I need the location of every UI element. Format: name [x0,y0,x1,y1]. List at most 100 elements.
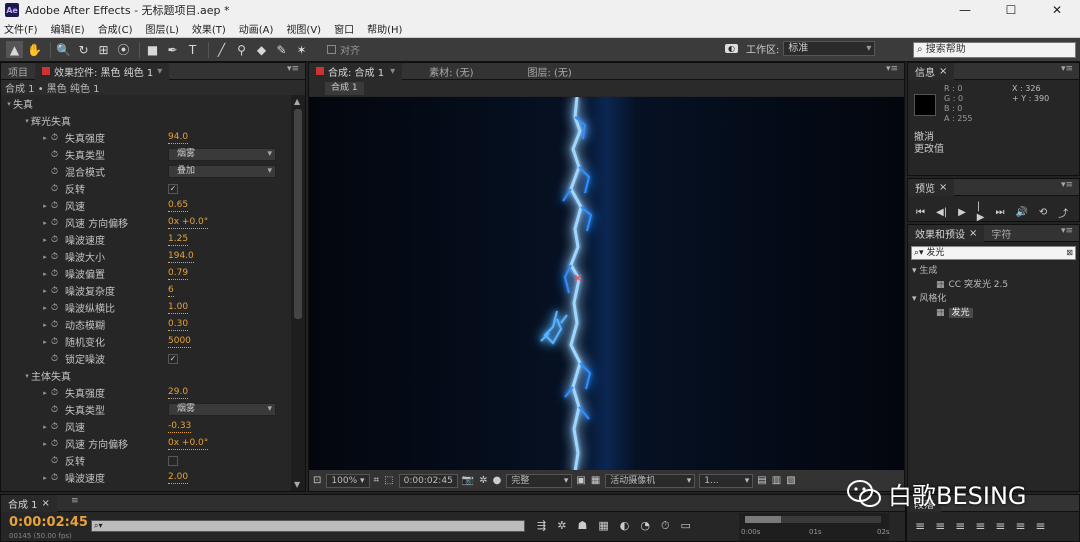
shy-icon[interactable]: ☗ [577,519,587,533]
transparency-grid-icon[interactable]: ▦ [591,475,600,486]
scroll-thumb[interactable] [294,109,302,319]
camera-snapshot-icon[interactable]: 📷 [462,475,474,486]
property-value[interactable]: 0x +0.0° [168,438,209,450]
menu-item-8[interactable]: 帮助(H) [367,21,402,36]
lock-icon[interactable] [316,67,324,75]
ram-preview-icon[interactable]: ⤴ [1058,205,1068,220]
views-select[interactable]: 1... ▾ [699,473,754,488]
region-icon[interactable]: ⊡ [313,475,321,486]
effect-property-row[interactable]: ▸ ⏱ 噪波偏置 0.79 [1,265,291,282]
brainstorm-icon[interactable]: ▭ [681,519,691,533]
disclosure-closed-icon[interactable]: ▸ [41,304,49,312]
tab-effect-controls[interactable]: 效果控件: 黑色 纯色 1 ▾ [35,62,170,80]
minimize-button[interactable]: — [942,0,988,20]
tab-layer[interactable]: 图层: (无) [520,63,578,80]
brush-tool-icon[interactable]: ╱ [213,41,230,58]
effect-property-row[interactable]: ▸ ⏱ 失真强度 29.0 [1,384,291,401]
disclosure-closed-icon[interactable]: ▸ [41,287,49,295]
effect-property-row[interactable]: ⏱ 失真类型 烟雾 [1,146,291,163]
effects-search-input[interactable]: ⌕▾ 发光 ⊠ [911,246,1076,260]
snap-checkbox[interactable] [327,45,336,54]
effect-property-row[interactable]: ▸ ⏱ 风速 方向偏移 0x +0.0° [1,435,291,452]
close-icon[interactable]: × [939,182,947,193]
panel-menu-icon[interactable]: ▾≡ [886,64,898,74]
align-right-icon[interactable]: ≡ [955,519,965,533]
stopwatch-icon[interactable]: ⏱ [51,473,61,483]
stopwatch-icon[interactable]: ⏱ [51,422,61,432]
prev-frame-icon[interactable]: ◀| [936,207,947,218]
chevron-down-icon[interactable]: ▾ [157,66,162,77]
stopwatch-icon[interactable]: ⏱ [51,167,61,177]
stopwatch-icon[interactable]: ⏱ [661,519,670,533]
toggle-pixel-icon[interactable]: ▤ [757,475,766,486]
stopwatch-icon[interactable]: ⏱ [51,218,61,228]
disclosure-closed-icon[interactable]: ▸ [41,270,49,278]
effects-tree-item[interactable]: ▾ 生成 [908,264,1079,278]
scroll-up-icon[interactable]: ▲ [294,97,300,106]
tab-composition[interactable]: 合成: 合成 1 ▾ [309,62,403,80]
stopwatch-icon[interactable]: ⏱ [51,320,61,330]
disclosure-open-icon[interactable]: ▾ [23,117,31,125]
pen-tool-icon[interactable]: ✒ [164,41,181,58]
panel-menu-icon[interactable]: ▾≡ [1061,180,1073,190]
property-value[interactable]: 1.00 [168,302,189,314]
puppet-tool-icon[interactable]: ✶ [293,41,310,58]
stopwatch-icon[interactable]: ⏱ [51,201,61,211]
timeline-search-input[interactable]: ⌕▾ [91,520,525,532]
comp-mini-flowchart-icon[interactable]: ⇶ [537,519,546,533]
effect-property-row[interactable]: ▸ ⏱ 随机变化 5000 [1,333,291,350]
effect-property-row[interactable]: ▸ ⏱ 噪波速度 1.25 [1,231,291,248]
clear-search-icon[interactable]: ⊠ [1066,247,1073,259]
color-channel-icon[interactable]: ● [493,475,502,486]
property-dropdown[interactable]: 烟雾 [168,148,276,161]
effect-property-row[interactable]: ▸ ⏱ 噪波复杂度 6 [1,282,291,299]
search-help-input[interactable]: ⌕ 搜索帮助 [913,42,1076,58]
effects-tree-item[interactable]: ▾ 风格化 [908,292,1079,306]
tab-footage[interactable]: 素材: (无) [422,63,480,80]
resolution-select[interactable]: 完整 ▾ [506,473,573,488]
disclosure-closed-icon[interactable]: ▸ [41,338,49,346]
property-value[interactable]: 0.65 [168,200,189,212]
panel-menu-icon[interactable]: ▾≡ [1061,64,1073,74]
zoom-tool-icon[interactable]: 🔍 [55,41,72,58]
effect-property-row[interactable]: ⏱ 反转 [1,452,291,469]
time-ruler[interactable]: 0:00s 01s 02s [739,513,890,541]
stopwatch-icon[interactable]: ⏱ [51,439,61,449]
last-frame-icon[interactable]: ⏭ [995,207,1004,218]
property-value[interactable]: 2.00 [168,472,189,484]
graph-editor-icon[interactable]: ◔ [640,519,650,533]
roto-brush-tool-icon[interactable]: ✎ [273,41,290,58]
stopwatch-icon[interactable]: ⏱ [51,337,61,347]
mask-icon[interactable]: ⬚ [384,475,393,486]
property-value[interactable]: 94.0 [168,132,189,144]
justify-all-icon[interactable]: ≡ [1035,519,1045,533]
property-checkbox[interactable]: ✓ [168,183,178,194]
work-area-bar[interactable] [745,516,781,523]
effect-property-row[interactable]: ⏱ 反转 ✓ [1,180,291,197]
menu-item-3[interactable]: 图层(L) [145,21,178,36]
grid-icon[interactable]: ⌗ [374,475,380,486]
panel-menu-icon[interactable]: ▾≡ [287,64,299,74]
effect-property-row[interactable]: ▾ 主体失真 [1,367,291,384]
property-value[interactable]: 1.25 [168,234,189,246]
rotate-tool-icon[interactable]: ↻ [75,41,92,58]
property-dropdown[interactable]: 烟雾 [168,403,276,416]
show-snapshot-icon[interactable]: ✲ [479,475,487,486]
effects-tree-item[interactable]: ▦ 发光 [908,306,1079,320]
disclosure-closed-icon[interactable]: ▸ [41,253,49,261]
stopwatch-icon[interactable]: ⏱ [51,456,61,466]
timeline-current-time[interactable]: 0:00:02:45 [9,515,88,530]
menu-item-5[interactable]: 动画(A) [239,21,274,36]
disclosure-closed-icon[interactable]: ▸ [41,219,49,227]
close-icon[interactable]: × [42,498,50,509]
snap-toggle[interactable]: 对齐 [327,42,360,57]
scroll-down-icon[interactable]: ▼ [294,480,300,489]
rectangle-tool-icon[interactable]: ■ [144,41,161,58]
panel-menu-icon[interactable]: ▾≡ [1061,226,1073,236]
menu-item-2[interactable]: 合成(C) [98,21,133,36]
close-button[interactable]: ✕ [1034,0,1080,20]
stopwatch-icon[interactable]: ⏱ [51,303,61,313]
stopwatch-icon[interactable]: ⏱ [51,354,61,364]
tab-character[interactable]: 字符 [984,225,1018,242]
effect-property-row[interactable]: ▸ ⏱ 风速 0.65 [1,197,291,214]
